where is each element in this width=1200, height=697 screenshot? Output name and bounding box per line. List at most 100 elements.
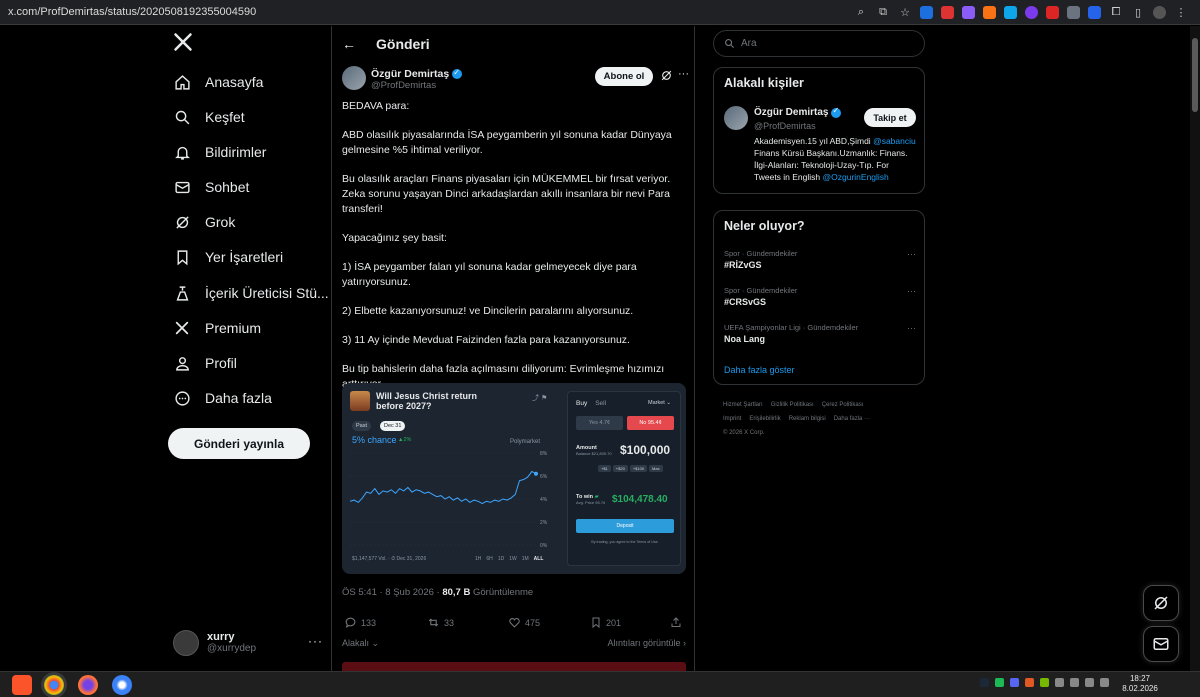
follow-button[interactable]: Takip et [864, 108, 916, 127]
reply-button[interactable]: 133 [344, 616, 376, 629]
nav-item-chat[interactable]: Sohbet [173, 174, 249, 200]
bookmark-button[interactable]: 201 [590, 616, 621, 629]
more-horizontal-icon[interactable]: ··· [907, 286, 916, 296]
footer-link[interactable]: Hizmet Şartları [723, 402, 763, 408]
extension-icon[interactable] [1088, 5, 1101, 19]
grok-fab-button[interactable] [1143, 585, 1179, 621]
messages-fab-button[interactable] [1143, 626, 1179, 662]
author-name-row[interactable]: Özgür Demirtaş [371, 67, 463, 80]
nav-item-more[interactable]: Daha fazla [173, 385, 272, 411]
footer-link[interactable]: Çerez Politikası [822, 402, 864, 408]
nav-item-notifications[interactable]: Bildirimler [173, 139, 266, 165]
like-button[interactable]: 475 [508, 616, 540, 629]
avatar [173, 630, 199, 656]
more-horizontal-icon[interactable]: ··· [308, 634, 323, 648]
extension-icon[interactable] [1046, 5, 1059, 19]
related-avatar[interactable] [724, 106, 748, 130]
steam-icon[interactable] [980, 678, 989, 687]
nav-item-profile[interactable]: Profil [173, 350, 237, 376]
tray-app-icon[interactable] [1025, 678, 1034, 687]
browser-address-bar: x.com/ProfDemirtas/status/20205081923550… [0, 0, 1200, 25]
trend-category: Spor · Gündemdekiler [724, 249, 798, 258]
more-horizontal-icon[interactable]: ··· [907, 323, 916, 333]
volume-icon[interactable] [1085, 678, 1094, 687]
share-button[interactable] [670, 616, 682, 629]
post-media-image[interactable]: Will Jesus Christ return before 2027? ⤴ … [342, 383, 686, 574]
taskbar-clock[interactable]: 18:27 8.02.2026 [1120, 674, 1160, 694]
trend-item[interactable]: Spor · Gündemdekiler #RİZvGS ··· [724, 249, 916, 270]
amount-chip: +$1 [598, 465, 611, 472]
post-detail-column: ← Gönderi Özgür Demirtaş @ProfDemirtas A… [331, 26, 695, 671]
search-box[interactable]: Ara [713, 30, 925, 57]
back-arrow-icon[interactable]: ← [342, 36, 366, 52]
y-tick-label: 6% [540, 474, 548, 480]
extension-icon[interactable] [1004, 5, 1017, 19]
app-icon[interactable] [112, 675, 132, 695]
chrome-icon[interactable] [44, 675, 64, 695]
search-input[interactable]: Ara [741, 38, 757, 49]
extension-icon[interactable] [941, 5, 954, 19]
view-quotes-link[interactable]: Alıntıları görüntüle › [607, 638, 686, 648]
nav-item-home[interactable]: Anasayfa [173, 69, 263, 95]
extension-icon[interactable] [983, 5, 996, 19]
next-reply-preview [342, 662, 686, 671]
nav-item-creator-studio[interactable]: İçerik Üreticisi Stü... [173, 280, 329, 306]
x-logo-icon[interactable] [173, 32, 197, 56]
grok-icon[interactable] [660, 69, 674, 83]
sort-dropdown[interactable]: Alakalı ⌄ [342, 638, 379, 648]
wifi-icon[interactable] [1070, 678, 1079, 687]
buy-sell-tabs: Buy Sell [576, 400, 606, 407]
post-button[interactable]: Gönderi yayınla [168, 428, 310, 459]
url-field[interactable]: x.com/ProfDemirtas/status/20205081923550… [0, 6, 854, 18]
extension-icon[interactable] [962, 5, 975, 19]
nav-item-bookmarks[interactable]: Yer İşaretleri [173, 244, 283, 270]
brave-browser-icon[interactable] [12, 675, 32, 695]
footer-links: Hizmet Şartları Gizlilik Politikası Çerez … [723, 398, 918, 440]
scrollbar-thumb[interactable] [1192, 38, 1198, 112]
trend-item[interactable]: Spor · Gündemdekiler #CRSvGS ··· [724, 286, 916, 307]
tray-app-icon[interactable] [1055, 678, 1064, 687]
probability-line-chart: 8% 6% 4% 2% 0% [350, 451, 548, 549]
spotify-icon[interactable] [995, 678, 1004, 687]
more-horizontal-icon[interactable]: ··· [678, 68, 689, 80]
extensions-puzzle-icon[interactable]: ⧠ [1109, 6, 1123, 19]
footer-link[interactable]: Reklam bilgisi [789, 416, 826, 422]
page-scrollbar[interactable] [1190, 26, 1200, 671]
footer-link[interactable]: Imprint [723, 416, 741, 422]
menu-icon[interactable]: ⋮ [1174, 6, 1188, 19]
related-name-row[interactable]: Özgür Demirtaş [754, 106, 842, 118]
profile-avatar[interactable] [1153, 5, 1166, 19]
reply-sort-row: Alakalı ⌄ Alıntıları görüntüle › [342, 638, 686, 649]
show-more-link[interactable]: Daha fazla göster [724, 365, 795, 375]
subscribe-button[interactable]: Abone ol [595, 67, 653, 86]
post-timestamp[interactable]: ÖS 5:41 · 8 Şub 2026 · [342, 587, 442, 598]
repost-button[interactable]: 33 [427, 616, 454, 629]
author-avatar[interactable] [342, 66, 366, 90]
account-switcher[interactable]: xurry @xurrydep ··· [173, 630, 323, 656]
sidebar-icon[interactable]: ▯ [1131, 6, 1145, 19]
footer-link[interactable]: Gizlilik Politikası [771, 402, 814, 408]
extension-icon[interactable] [920, 5, 933, 19]
footer-link[interactable]: Daha fazla ··· [834, 416, 870, 422]
firefox-icon[interactable] [78, 675, 98, 695]
creator-studio-icon [173, 284, 191, 302]
extension-icon[interactable] [1067, 5, 1080, 19]
nav-item-premium[interactable]: Premium [173, 315, 261, 341]
bio-link[interactable]: @OzgurinEnglish [823, 172, 889, 182]
bio-link[interactable]: @sabanciu [873, 136, 916, 146]
more-horizontal-icon[interactable]: ··· [907, 249, 916, 259]
star-icon[interactable]: ☆ [898, 6, 912, 19]
zoom-icon[interactable]: ⌕ [854, 6, 868, 19]
nav-item-explore[interactable]: Keşfet [173, 104, 245, 130]
extension-icon[interactable] [1025, 5, 1038, 19]
post-paragraph: Yapacağınız şey basit: [342, 232, 447, 244]
language-icon[interactable] [1100, 678, 1109, 687]
discord-icon[interactable] [1010, 678, 1019, 687]
trend-item[interactable]: UEFA Şampiyonlar Ligi · Gündemdekiler No… [724, 323, 916, 344]
install-app-icon[interactable]: ⧉ [876, 6, 890, 19]
nav-item-grok[interactable]: Grok [173, 209, 235, 235]
nav-label: Grok [205, 214, 236, 230]
nvidia-icon[interactable] [1040, 678, 1049, 687]
footer-link[interactable]: Erişilebilirlik [749, 416, 780, 422]
account-names: xurry @xurrydep [207, 631, 256, 655]
